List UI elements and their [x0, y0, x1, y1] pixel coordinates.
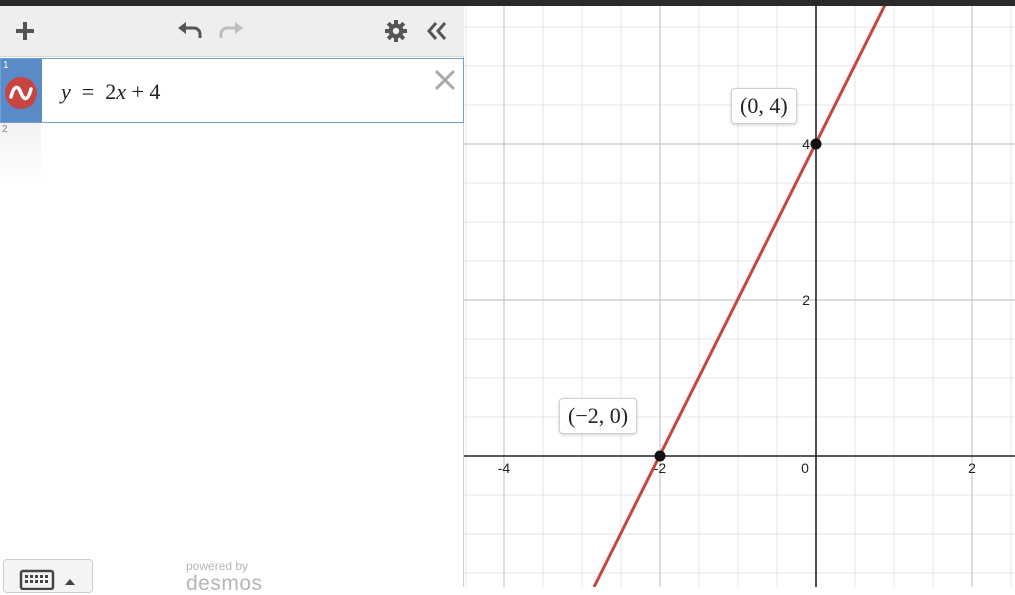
powered-by-desmos: powered by desmos: [186, 560, 263, 595]
point-x-intercept[interactable]: [654, 450, 666, 462]
gear-icon: [385, 20, 407, 42]
keyboard-toggle-button[interactable]: [3, 559, 93, 593]
expression-constant: + 4: [125, 79, 161, 104]
add-item-button[interactable]: [12, 18, 38, 44]
expression-input[interactable]: y = 2x + 4: [61, 79, 160, 105]
expression-index: 1: [3, 60, 9, 71]
desmos-logo: desmos: [186, 572, 263, 595]
plus-icon: [16, 22, 34, 40]
expression-toolbar: [0, 6, 464, 57]
expression-coefficient: 2: [105, 79, 117, 104]
keyboard-icon: [19, 569, 75, 590]
expression-tab[interactable]: 1: [1, 59, 42, 122]
expression-variable: x: [116, 79, 126, 104]
point-label[interactable]: (0, 4): [731, 88, 797, 124]
redo-icon: [219, 22, 243, 38]
collapse-panel-button[interactable]: [424, 18, 450, 44]
expression-index: 2: [2, 124, 8, 135]
undo-button[interactable]: [175, 18, 205, 44]
settings-button[interactable]: [382, 18, 410, 44]
close-icon: [434, 69, 456, 91]
delete-expression-button[interactable]: [432, 67, 458, 93]
expression-equals: =: [81, 79, 95, 104]
expression-panel: 1 y = 2x + 4 2 powered by desmos: [0, 6, 464, 595]
point-label[interactable]: (−2, 0): [559, 398, 638, 434]
x-tick-label: 0: [801, 460, 809, 476]
y-tick-label: 2: [802, 292, 810, 308]
redo-button[interactable]: [216, 18, 246, 44]
expression-lhs: y: [61, 79, 71, 104]
expression-item[interactable]: 1 y = 2x + 4: [0, 58, 464, 123]
x-tick-label: -4: [498, 460, 511, 476]
y-tick-label: 4: [802, 136, 810, 152]
undo-icon: [178, 22, 202, 38]
point-y-intercept[interactable]: [810, 138, 822, 150]
graph-canvas[interactable]: -4 -2 0 2 4 2 (−2, 0) (0, 4): [464, 6, 1015, 587]
double-chevron-left-icon: [427, 22, 447, 40]
x-tick-label: 2: [968, 460, 976, 476]
empty-expression-item[interactable]: 2: [0, 123, 41, 183]
graph-style-icon[interactable]: [5, 77, 37, 109]
